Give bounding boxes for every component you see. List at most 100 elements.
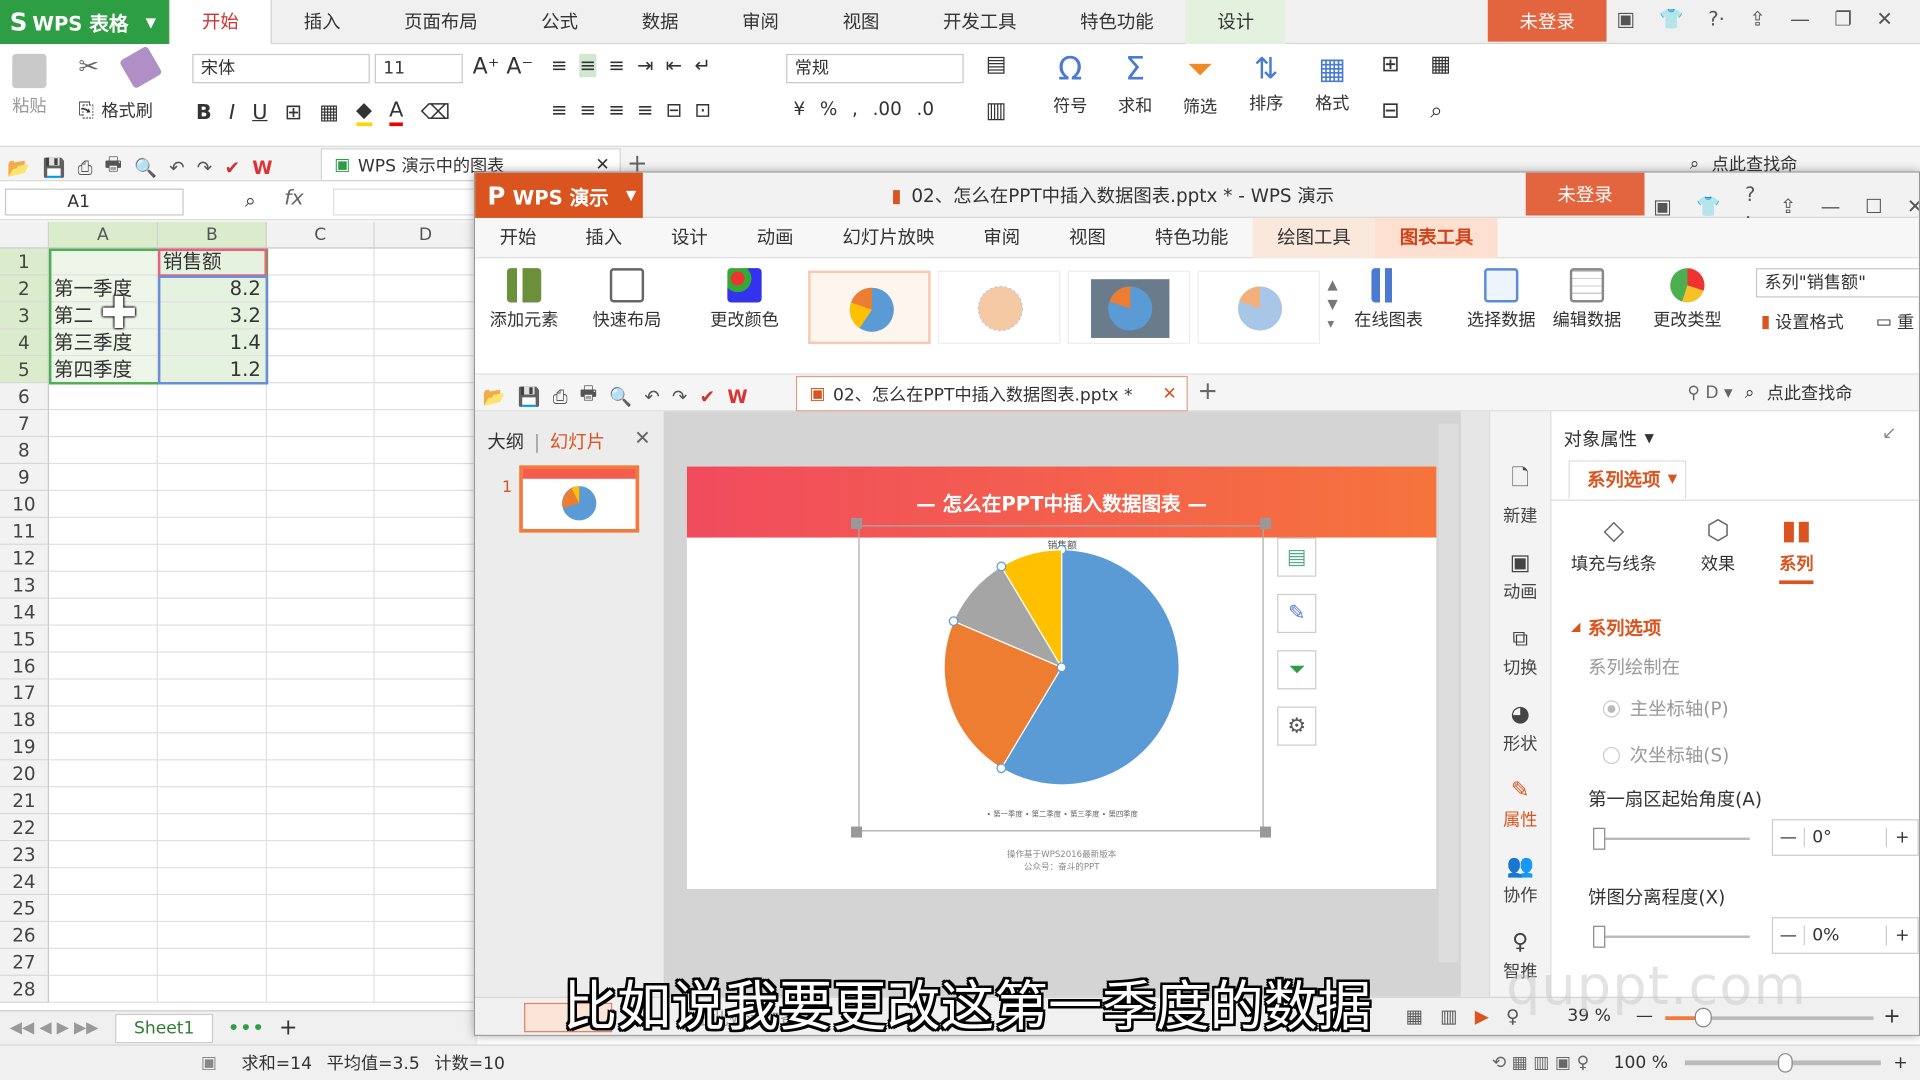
pin-icon[interactable]: ✔ — [700, 385, 715, 407]
row-header[interactable]: 16 — [0, 652, 49, 680]
fill-line-tab[interactable]: ◇ 填充与线条 — [1571, 516, 1657, 576]
cell-a11[interactable] — [48, 517, 158, 545]
minimize-icon[interactable]: — — [1790, 7, 1810, 30]
thousands-icon[interactable]: , — [852, 98, 858, 120]
cell-b11[interactable] — [157, 517, 267, 545]
tab-features[interactable]: 特色功能 — [1048, 0, 1185, 44]
cell-b12[interactable] — [157, 544, 267, 572]
chart-elements-icon[interactable]: ▤ — [1277, 537, 1317, 577]
cell-b28[interactable] — [157, 975, 267, 1003]
cell-d9[interactable] — [374, 464, 478, 492]
cell-b17[interactable] — [157, 679, 267, 707]
tab-features[interactable]: 特色功能 — [1130, 217, 1252, 257]
column-header-c[interactable]: C — [266, 221, 375, 249]
plus-icon[interactable]: + — [1885, 827, 1918, 848]
cell-c4[interactable] — [266, 329, 375, 357]
cell-b27[interactable] — [157, 948, 267, 976]
row-header[interactable]: 15 — [0, 625, 49, 653]
tab-design[interactable]: 设计 — [1185, 0, 1286, 45]
open-icon[interactable]: 📂 — [482, 385, 505, 407]
undo-icon[interactable]: ↶ — [644, 385, 659, 407]
cell-a27[interactable] — [48, 948, 158, 976]
cell-c2[interactable] — [266, 275, 375, 303]
chart-settings-icon[interactable]: ⚙ — [1277, 706, 1317, 746]
chart-style-4[interactable] — [1197, 270, 1321, 345]
cell-d23[interactable] — [374, 841, 478, 869]
restore-icon[interactable]: ❐ — [1834, 7, 1852, 30]
align-left-icon[interactable]: ≡ — [551, 98, 567, 121]
resize-handle[interactable] — [1260, 826, 1272, 838]
tab-slides[interactable]: 幻灯片 — [550, 429, 605, 455]
cell-a28[interactable] — [48, 975, 158, 1003]
row-header[interactable]: 4 — [0, 329, 49, 357]
column-header-a[interactable]: A — [48, 221, 158, 249]
row-header[interactable]: 7 — [0, 410, 49, 438]
row-header[interactable]: 17 — [0, 679, 49, 707]
row-header[interactable]: 25 — [0, 895, 49, 923]
vtool-new[interactable]: 🗋 新建 — [1490, 463, 1550, 528]
row-header[interactable]: 10 — [0, 491, 49, 518]
redo-icon[interactable]: ↷ — [197, 156, 212, 178]
number-format-select[interactable]: 常规 — [786, 53, 964, 84]
cell-d17[interactable] — [374, 679, 478, 707]
redo-icon[interactable]: ↷ — [672, 385, 687, 407]
cell-c14[interactable] — [266, 598, 375, 626]
tab-slideshow[interactable]: 幻灯片放映 — [818, 217, 959, 257]
cell-b8[interactable] — [157, 437, 267, 465]
fx-icon[interactable]: fx — [284, 186, 304, 210]
series-options-dropdown[interactable]: 系列选项 ▼ — [1568, 460, 1687, 500]
row-header[interactable]: 21 — [0, 787, 49, 815]
cell-b7[interactable] — [157, 410, 267, 438]
cell-a26[interactable] — [48, 922, 158, 949]
row-header[interactable]: 3 — [0, 302, 49, 330]
cell-a20[interactable] — [48, 760, 158, 788]
font-grow-icon[interactable]: A⁺ A⁻ — [473, 54, 533, 80]
cell-c15[interactable] — [266, 625, 375, 653]
preview-icon[interactable]: 🔍 — [134, 156, 157, 178]
tab-design[interactable]: 设计 — [647, 217, 733, 257]
currency-icon[interactable]: ¥ — [793, 98, 805, 120]
cell-c24[interactable] — [266, 868, 375, 896]
slice-point-handle[interactable] — [996, 763, 1007, 774]
cell-c21[interactable] — [266, 787, 375, 815]
row-header[interactable]: 5 — [0, 356, 49, 384]
paste-button[interactable]: 粘贴 — [12, 53, 47, 118]
cell-b26[interactable] — [157, 922, 267, 949]
cell-c18[interactable] — [266, 706, 375, 734]
cell-a21[interactable] — [48, 787, 158, 815]
cell-b19[interactable] — [157, 733, 267, 761]
cell-a9[interactable] — [48, 464, 158, 492]
cell-b20[interactable] — [157, 760, 267, 788]
align-bottom-icon[interactable]: ≡ — [608, 54, 624, 77]
plus-icon[interactable]: + — [1885, 925, 1918, 946]
slide-title[interactable]: — 怎么在PPT中插入数据图表 — — [916, 487, 1207, 516]
underline-icon[interactable]: U — [252, 100, 267, 124]
add-sheet-icon[interactable]: + — [279, 1015, 297, 1041]
cut-icon[interactable]: ✂ — [78, 51, 99, 80]
wps-w-icon[interactable]: W — [727, 385, 747, 407]
gallery-scroll-icon[interactable]: ▲ ▼ ▾ — [1327, 276, 1337, 335]
cell-d4[interactable] — [374, 329, 478, 357]
font-color-icon[interactable]: A — [389, 98, 404, 127]
sheet-tab[interactable]: Sheet1 — [115, 1013, 213, 1043]
row-header[interactable]: 8 — [0, 437, 49, 465]
cell-a7[interactable] — [48, 410, 158, 438]
angle-value[interactable]: 0° — [1805, 828, 1886, 848]
cell-b14[interactable] — [157, 598, 267, 626]
cell-d1[interactable] — [374, 248, 478, 276]
row-header[interactable]: 20 — [0, 760, 49, 788]
angle-slider-thumb[interactable] — [1593, 827, 1606, 850]
vtool-shape[interactable]: ◕ 形状 — [1490, 702, 1550, 756]
slice-point-handle[interactable] — [948, 616, 959, 627]
align-top-icon[interactable]: ≡ — [551, 54, 567, 77]
sheet-nav-icon[interactable]: ◀◀ ◀ ▶ ▶▶ — [10, 1019, 99, 1037]
cell-b5[interactable]: 1.2 — [157, 356, 267, 384]
undo-icon[interactable]: ↶ — [169, 156, 184, 178]
cell-d14[interactable] — [374, 598, 478, 626]
decrease-decimal-icon[interactable]: .0 — [916, 98, 934, 120]
tab-review[interactable]: 审阅 — [959, 217, 1045, 257]
chart-filter-icon[interactable]: ⏷ — [1277, 650, 1317, 690]
cell-d16[interactable] — [374, 652, 478, 680]
series-options-section[interactable]: ◢ 系列选项 — [1571, 615, 1661, 641]
align-center-icon[interactable]: ≡ — [580, 98, 596, 121]
